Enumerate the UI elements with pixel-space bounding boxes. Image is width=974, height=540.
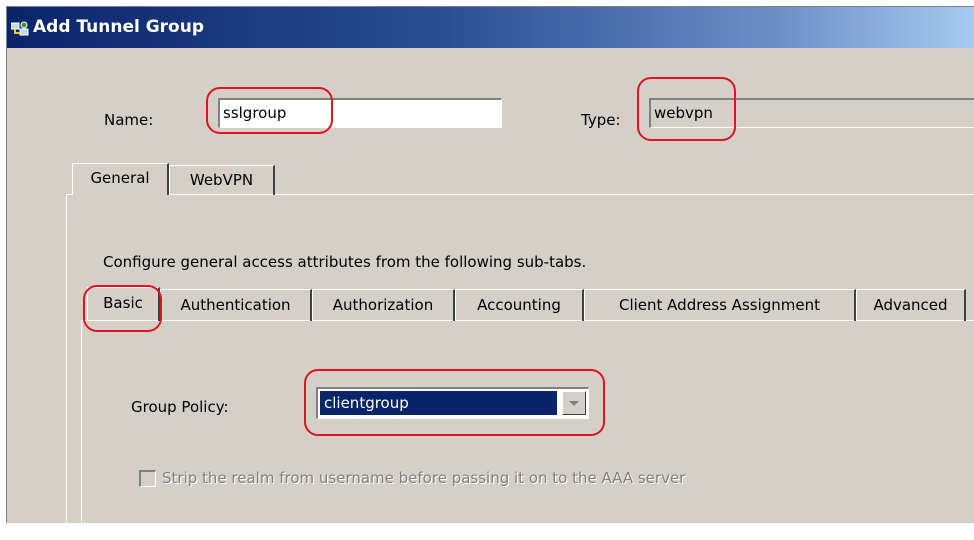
group-policy-selected-value: clientgroup — [320, 391, 557, 415]
tab-authentication[interactable]: Authentication — [160, 289, 312, 321]
type-label: Type: — [581, 111, 621, 129]
tab-accounting[interactable]: Accounting — [455, 289, 584, 321]
dropdown-button[interactable] — [562, 391, 586, 415]
tab-webvpn[interactable]: WebVPN — [169, 165, 275, 195]
group-policy-select[interactable]: clientgroup — [316, 387, 589, 419]
name-input[interactable]: sslgroup — [218, 98, 502, 128]
tab-basic[interactable]: Basic — [87, 287, 160, 321]
network-tunnel-icon — [11, 21, 29, 36]
group-policy-label: Group Policy: — [131, 398, 229, 416]
dialog-title: Add Tunnel Group — [33, 17, 205, 37]
tab-advanced[interactable]: Advanced — [856, 289, 966, 321]
strip-realm-checkbox[interactable] — [139, 470, 156, 487]
general-description: Configure general access attributes from… — [103, 253, 587, 271]
tab-client-address-assignment[interactable]: Client Address Assignment — [584, 289, 856, 321]
basic-tab-panel — [81, 320, 974, 540]
name-label: Name: — [104, 111, 154, 129]
title-bar[interactable]: Add Tunnel Group — [7, 7, 974, 48]
type-field: webvpn — [649, 98, 974, 128]
strip-realm-label: Strip the realm from username before pas… — [162, 469, 686, 487]
tab-general[interactable]: General — [72, 163, 169, 195]
tab-authorization[interactable]: Authorization — [312, 289, 455, 321]
chevron-down-icon — [569, 401, 579, 406]
